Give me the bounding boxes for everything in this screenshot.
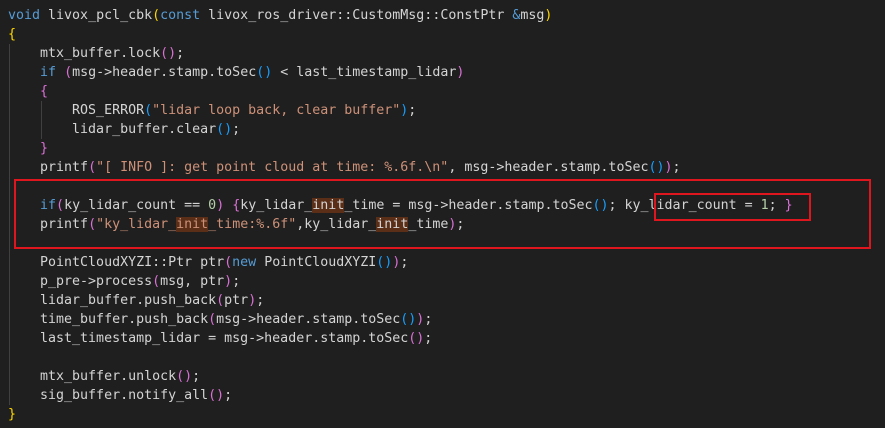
code-token: ()	[216, 122, 233, 137]
highlight-box-count	[654, 193, 811, 221]
code-token: lidar_buffer.push_back	[8, 293, 217, 308]
code-token: ;	[424, 312, 433, 327]
code-token: (	[152, 8, 161, 23]
code-token: mtx_buffer.unlock	[8, 369, 177, 384]
code-token: PointCloudXYZI::Ptr ptr	[8, 255, 225, 270]
code-token: ;	[424, 331, 433, 346]
code-token: )	[456, 65, 465, 80]
code-line[interactable]: time_buffer.push_back(msg->header.stamp.…	[8, 310, 793, 329]
code-token: )	[168, 46, 177, 61]
code-line[interactable]: last_timestamp_lidar = msg->header.stamp…	[8, 329, 793, 348]
code-token: ;	[192, 369, 201, 384]
code-token: }	[8, 407, 17, 422]
code-token: p_pre->process	[8, 274, 153, 289]
code-token: ()	[208, 388, 225, 403]
code-line[interactable]: void livox_pcl_cbk(const livox_ros_drive…	[8, 6, 793, 25]
code-token: new	[232, 255, 257, 270]
code-token: ;	[256, 293, 265, 308]
code-token: )	[224, 274, 233, 289]
code-token: (	[224, 255, 233, 270]
code-line[interactable]: }	[8, 405, 793, 424]
code-token: msg	[520, 8, 545, 23]
code-token: ;	[224, 388, 233, 403]
code-line[interactable]: lidar_buffer.push_back(ptr);	[8, 291, 793, 310]
code-token: ;	[232, 274, 241, 289]
code-token: (	[144, 103, 153, 118]
code-token: ()	[376, 255, 393, 270]
code-line[interactable]: {	[8, 82, 793, 101]
code-token: (	[160, 46, 169, 61]
code-line[interactable]: PointCloudXYZI::Ptr ptr(new PointCloudXY…	[8, 253, 793, 272]
code-token: ;	[232, 122, 241, 137]
code-token: (	[152, 274, 161, 289]
code-token: if	[40, 65, 57, 80]
code-line[interactable]: mtx_buffer.unlock();	[8, 367, 793, 386]
code-token: "lidar loop back, clear buffer"	[152, 103, 401, 118]
code-line[interactable]: printf("[ INFO ]: get point cloud at tim…	[8, 158, 793, 177]
code-token: "[ INFO ]: get point cloud at time: %.6f…	[96, 160, 449, 175]
code-token: printf	[8, 160, 89, 175]
code-token: time_buffer.push_back	[8, 312, 209, 327]
code-token: (	[64, 65, 73, 80]
code-token: )	[544, 8, 553, 23]
code-token: livox_pcl_cbk	[40, 8, 153, 23]
code-token: ()	[408, 331, 425, 346]
code-token: ()	[648, 160, 665, 175]
code-token: ;	[408, 103, 417, 118]
code-token: ;	[672, 160, 681, 175]
code-token: {	[8, 27, 17, 42]
code-token: lidar_buffer.clear	[8, 122, 217, 137]
code-token: )	[664, 160, 673, 175]
code-line[interactable]: if (msg->header.stamp.toSec() < last_tim…	[8, 63, 793, 82]
code-token: < last_timestamp_lidar	[272, 65, 457, 80]
code-token: last_timestamp_lidar = msg->header.stamp…	[8, 331, 409, 346]
code-token: ()	[400, 312, 417, 327]
code-token: }	[40, 141, 49, 156]
code-token: sig_buffer.notify_all	[8, 388, 209, 403]
code-line[interactable]: p_pre->process(msg, ptr);	[8, 272, 793, 291]
code-token: {	[40, 84, 49, 99]
code-line[interactable]	[8, 348, 793, 367]
code-line[interactable]: mtx_buffer.lock();	[8, 44, 793, 63]
code-token: , msg->header.stamp.toSec	[448, 160, 649, 175]
code-token: ()	[256, 65, 273, 80]
code-token: msg->header.stamp.toSec	[216, 312, 401, 327]
code-token: msg->header.stamp.toSec	[72, 65, 257, 80]
code-line[interactable]: lidar_buffer.clear();	[8, 120, 793, 139]
code-token: (	[216, 293, 225, 308]
code-token: ;	[176, 46, 185, 61]
code-line[interactable]: ROS_ERROR("lidar loop back, clear buffer…	[8, 101, 793, 120]
code-line[interactable]: {	[8, 25, 793, 44]
code-token: (	[208, 312, 217, 327]
code-line[interactable]: }	[8, 139, 793, 158]
code-token: ptr	[224, 293, 249, 308]
code-token: (	[88, 160, 97, 175]
code-token: const	[160, 8, 201, 23]
code-token: msg, ptr	[160, 274, 225, 289]
code-token: ;	[400, 255, 409, 270]
code-token: PointCloudXYZI	[256, 255, 377, 270]
code-token: )	[248, 293, 257, 308]
code-token: livox_ros_driver::CustomMsg::ConstPtr	[200, 8, 513, 23]
code-token: ROS_ERROR	[8, 103, 145, 118]
code-token: void	[8, 8, 41, 23]
code-token: ()	[176, 369, 193, 384]
code-token: mtx_buffer.lock	[8, 46, 161, 61]
code-line[interactable]: sig_buffer.notify_all();	[8, 386, 793, 405]
